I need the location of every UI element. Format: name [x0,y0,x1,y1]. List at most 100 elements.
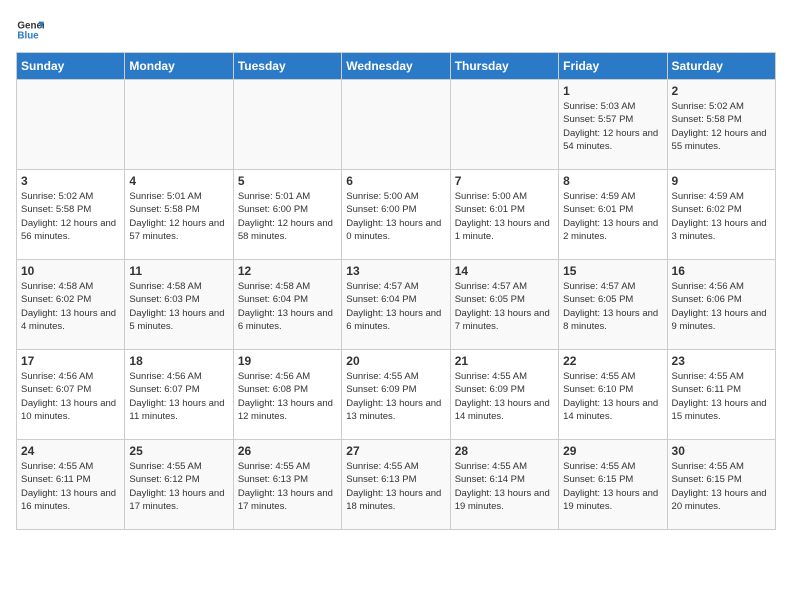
day-number: 10 [21,264,120,278]
calendar-table: SundayMondayTuesdayWednesdayThursdayFrid… [16,52,776,530]
weekday-header: Sunday [17,53,125,80]
day-number: 30 [672,444,771,458]
calendar-cell: 24 Sunrise: 4:55 AM Sunset: 6:11 PM Dayli… [17,440,125,530]
calendar-cell: 16 Sunrise: 4:56 AM Sunset: 6:06 PM Dayli… [667,260,775,350]
day-number: 2 [672,84,771,98]
day-info: Sunrise: 4:56 AM Sunset: 6:08 PM Dayligh… [238,370,337,423]
day-number: 6 [346,174,445,188]
day-info: Sunrise: 4:56 AM Sunset: 6:07 PM Dayligh… [129,370,228,423]
day-number: 3 [21,174,120,188]
day-info: Sunrise: 4:58 AM Sunset: 6:04 PM Dayligh… [238,280,337,333]
day-number: 1 [563,84,662,98]
day-number: 24 [21,444,120,458]
day-info: Sunrise: 4:56 AM Sunset: 6:07 PM Dayligh… [21,370,120,423]
calendar-cell: 15 Sunrise: 4:57 AM Sunset: 6:05 PM Dayli… [559,260,667,350]
calendar-cell: 2Sunrise: 5:02 AM Sunset: 5:58 PM Daylig… [667,80,775,170]
weekday-header: Monday [125,53,233,80]
day-number: 17 [21,354,120,368]
day-number: 25 [129,444,228,458]
calendar-cell: 14Sunrise: 4:57 AM Sunset: 6:05 PM Dayli… [450,260,558,350]
day-info: Sunrise: 5:01 AM Sunset: 6:00 PM Dayligh… [238,190,337,243]
calendar-cell: 13 Sunrise: 4:57 AM Sunset: 6:04 PM Dayli… [342,260,450,350]
logo-icon: General Blue [16,16,44,44]
calendar-cell: 12 Sunrise: 4:58 AM Sunset: 6:04 PM Dayli… [233,260,341,350]
calendar-cell: 28Sunrise: 4:55 AM Sunset: 6:14 PM Dayli… [450,440,558,530]
calendar-cell: 19 Sunrise: 4:56 AM Sunset: 6:08 PM Dayli… [233,350,341,440]
calendar-cell: 8 Sunrise: 4:59 AM Sunset: 6:01 PM Daylig… [559,170,667,260]
calendar-cell: 1 Sunrise: 5:03 AM Sunset: 5:57 PM Daylig… [559,80,667,170]
calendar-week-row: 17 Sunrise: 4:56 AM Sunset: 6:07 PM Dayli… [17,350,776,440]
day-info: Sunrise: 4:57 AM Sunset: 6:04 PM Dayligh… [346,280,445,333]
day-info: Sunrise: 4:55 AM Sunset: 6:15 PM Dayligh… [672,460,771,513]
calendar-cell: 26Sunrise: 4:55 AM Sunset: 6:13 PM Dayli… [233,440,341,530]
calendar-cell [125,80,233,170]
calendar-cell: 30 Sunrise: 4:55 AM Sunset: 6:15 PM Dayli… [667,440,775,530]
day-number: 22 [563,354,662,368]
day-number: 13 [346,264,445,278]
day-info: Sunrise: 4:58 AM Sunset: 6:03 PM Dayligh… [129,280,228,333]
calendar-cell: 7 Sunrise: 5:00 AM Sunset: 6:01 PM Daylig… [450,170,558,260]
day-number: 21 [455,354,554,368]
day-info: Sunrise: 4:57 AM Sunset: 6:05 PM Dayligh… [563,280,662,333]
calendar-week-row: 10 Sunrise: 4:58 AM Sunset: 6:02 PM Dayli… [17,260,776,350]
weekday-header: Friday [559,53,667,80]
day-info: Sunrise: 4:55 AM Sunset: 6:09 PM Dayligh… [346,370,445,423]
day-number: 8 [563,174,662,188]
header: General Blue [16,16,776,44]
weekday-header: Tuesday [233,53,341,80]
day-info: Sunrise: 5:03 AM Sunset: 5:57 PM Dayligh… [563,100,662,153]
day-number: 20 [346,354,445,368]
day-number: 14 [455,264,554,278]
weekday-header: Wednesday [342,53,450,80]
day-info: Sunrise: 4:55 AM Sunset: 6:10 PM Dayligh… [563,370,662,423]
calendar-cell: 5 Sunrise: 5:01 AM Sunset: 6:00 PM Daylig… [233,170,341,260]
calendar-week-row: 1 Sunrise: 5:03 AM Sunset: 5:57 PM Daylig… [17,80,776,170]
day-info: Sunrise: 4:55 AM Sunset: 6:12 PM Dayligh… [129,460,228,513]
calendar-cell: 9 Sunrise: 4:59 AM Sunset: 6:02 PM Daylig… [667,170,775,260]
weekday-header: Saturday [667,53,775,80]
calendar-cell: 21 Sunrise: 4:55 AM Sunset: 6:09 PM Dayli… [450,350,558,440]
calendar-cell: 23 Sunrise: 4:55 AM Sunset: 6:11 PM Dayli… [667,350,775,440]
day-number: 12 [238,264,337,278]
day-number: 23 [672,354,771,368]
day-info: Sunrise: 4:59 AM Sunset: 6:01 PM Dayligh… [563,190,662,243]
day-info: Sunrise: 4:55 AM Sunset: 6:09 PM Dayligh… [455,370,554,423]
calendar-cell: 11Sunrise: 4:58 AM Sunset: 6:03 PM Dayli… [125,260,233,350]
day-number: 9 [672,174,771,188]
day-number: 29 [563,444,662,458]
calendar-cell: 3 Sunrise: 5:02 AM Sunset: 5:58 PM Daylig… [17,170,125,260]
calendar-week-row: 24 Sunrise: 4:55 AM Sunset: 6:11 PM Dayli… [17,440,776,530]
calendar-cell: 10 Sunrise: 4:58 AM Sunset: 6:02 PM Dayli… [17,260,125,350]
calendar-cell [450,80,558,170]
day-info: Sunrise: 5:00 AM Sunset: 6:00 PM Dayligh… [346,190,445,243]
day-info: Sunrise: 4:55 AM Sunset: 6:11 PM Dayligh… [21,460,120,513]
day-info: Sunrise: 4:55 AM Sunset: 6:13 PM Dayligh… [238,460,337,513]
day-number: 28 [455,444,554,458]
weekday-header: Thursday [450,53,558,80]
calendar-cell: 27 Sunrise: 4:55 AM Sunset: 6:13 PM Dayli… [342,440,450,530]
day-info: Sunrise: 4:55 AM Sunset: 6:15 PM Dayligh… [563,460,662,513]
day-number: 27 [346,444,445,458]
day-number: 4 [129,174,228,188]
calendar-cell [233,80,341,170]
calendar-cell: 29 Sunrise: 4:55 AM Sunset: 6:15 PM Dayli… [559,440,667,530]
day-number: 5 [238,174,337,188]
day-number: 19 [238,354,337,368]
day-info: Sunrise: 4:55 AM Sunset: 6:13 PM Dayligh… [346,460,445,513]
day-info: Sunrise: 4:55 AM Sunset: 6:11 PM Dayligh… [672,370,771,423]
calendar-cell: 4Sunrise: 5:01 AM Sunset: 5:58 PM Daylig… [125,170,233,260]
day-number: 15 [563,264,662,278]
logo: General Blue [16,16,48,44]
day-number: 7 [455,174,554,188]
day-info: Sunrise: 4:58 AM Sunset: 6:02 PM Dayligh… [21,280,120,333]
day-info: Sunrise: 4:59 AM Sunset: 6:02 PM Dayligh… [672,190,771,243]
calendar-cell: 20 Sunrise: 4:55 AM Sunset: 6:09 PM Dayli… [342,350,450,440]
day-number: 16 [672,264,771,278]
calendar-week-row: 3 Sunrise: 5:02 AM Sunset: 5:58 PM Daylig… [17,170,776,260]
calendar-cell: 25 Sunrise: 4:55 AM Sunset: 6:12 PM Dayli… [125,440,233,530]
day-info: Sunrise: 5:02 AM Sunset: 5:58 PM Dayligh… [21,190,120,243]
day-info: Sunrise: 4:56 AM Sunset: 6:06 PM Dayligh… [672,280,771,333]
calendar-cell [342,80,450,170]
calendar-cell: 17 Sunrise: 4:56 AM Sunset: 6:07 PM Dayli… [17,350,125,440]
day-info: Sunrise: 5:00 AM Sunset: 6:01 PM Dayligh… [455,190,554,243]
